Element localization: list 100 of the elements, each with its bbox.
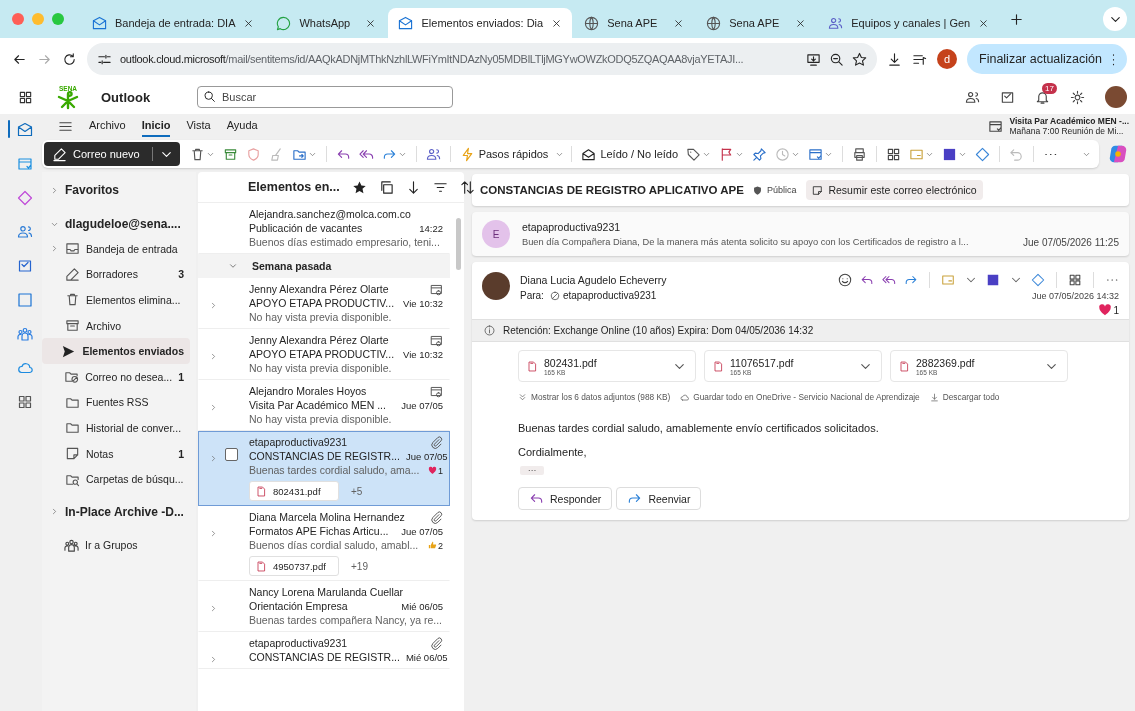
profile-avatar[interactable]: d	[937, 49, 957, 69]
star-icon[interactable]	[351, 179, 367, 195]
read-unread-button[interactable]: Leído / No leído	[579, 146, 681, 162]
minimize-window-dot[interactable]	[32, 13, 44, 25]
message-item[interactable]: Jenny Alexandra Pérez Olarte APOYO ETAPA PRODUCTIV... Vie 10:32 No hay vista previa disponible.	[198, 278, 450, 329]
copilot-icon[interactable]	[1107, 143, 1129, 165]
show-all-attachments-link[interactable]: Mostrar los 6 datos adjuntos (988 KB)	[518, 392, 671, 402]
recipient-chip[interactable]: etapaproductiva9231	[549, 290, 657, 301]
printer-icon[interactable]	[852, 146, 868, 162]
folder-item[interactable]: Fuentes RSS	[42, 389, 190, 416]
quick-steps-button[interactable]: Pasos rápidos	[457, 146, 551, 162]
grid-icon[interactable]	[886, 146, 902, 162]
chevron-right-icon[interactable]	[209, 655, 218, 664]
chevron-right-icon[interactable]	[209, 352, 218, 361]
chevron-right-icon[interactable]	[50, 507, 59, 517]
message-item[interactable]: Jenny Alexandra Pérez Olarte APOYO ETAPA PRODUCTIV... Vie 10:32 No hay vista previa disponible.	[198, 329, 450, 380]
more-attachments-count[interactable]: +19	[351, 560, 368, 572]
search-field[interactable]: Buscar	[197, 86, 453, 108]
chevron-right-icon[interactable]	[50, 185, 59, 195]
archive-section[interactable]: In-Place Archive -D...	[65, 504, 184, 519]
reply-icon[interactable]	[860, 273, 874, 287]
browser-tab[interactable]: WhatsApp	[266, 8, 387, 38]
diamond-icon[interactable]	[1031, 273, 1045, 287]
square-icon[interactable]	[986, 273, 1000, 287]
group-header[interactable]: Semana pasada	[198, 254, 450, 278]
close-icon[interactable]	[365, 17, 377, 29]
download-all-link[interactable]: Descargar todo	[929, 392, 1000, 402]
browser-tab[interactable]: Sena APE	[574, 8, 695, 38]
folder-item[interactable]: Archivo	[42, 312, 190, 339]
tab-search-button[interactable]	[1103, 7, 1127, 31]
reply-all-icon[interactable]	[882, 273, 896, 287]
close-icon[interactable]	[795, 17, 807, 29]
grid-icon[interactable]	[1068, 273, 1082, 287]
browser-tab[interactable]: Bandeja de entrada: DIA	[82, 8, 265, 38]
update-button[interactable]: Finalizar actualización	[967, 44, 1127, 74]
more-attachments-count[interactable]: +5	[351, 485, 363, 497]
zoom-icon[interactable]	[829, 51, 844, 67]
grid-icon[interactable]	[18, 89, 33, 105]
message-item[interactable]: Nancy Lorena Marulanda Cuellar Orientación Empresa Mié 06/05 Buenas tardes compañera Nancy, ya re...	[198, 581, 450, 632]
mail-envelope-icon[interactable]	[17, 122, 33, 138]
people-icon[interactable]	[965, 89, 980, 105]
folder-item[interactable]: Elementos enviados	[42, 338, 190, 364]
message-item[interactable]: etapaproductiva9231 CONSTANCIAS DE REGISTR... Jue 07/05 Buenas tardes cordial saludo, ama... 1 802431.pdf +5	[198, 431, 450, 506]
reminder-button[interactable]: Visita Par Académico MEN -... Mañana 7:00 Reunión de Mi...	[988, 115, 1135, 137]
ribbon-tab[interactable]: Ayuda	[226, 115, 258, 137]
gear-icon[interactable]	[1070, 89, 1085, 105]
board-icon[interactable]	[1000, 89, 1015, 105]
calendar-icon[interactable]	[17, 156, 33, 172]
people-icon[interactable]	[425, 146, 441, 162]
folder-item[interactable]: Notas 1	[42, 440, 190, 467]
attachment-chip[interactable]: 802431.pdf	[249, 481, 339, 501]
plus-icon[interactable]	[1009, 11, 1025, 27]
diamond-icon[interactable]	[17, 190, 33, 206]
scrollbar-thumb[interactable]	[456, 218, 461, 270]
folder-item[interactable]: Elementos elimina...	[42, 287, 190, 313]
groups-link[interactable]: Ir a Grupos	[64, 537, 196, 553]
browser-tab[interactable]: Elementos enviados: Dia	[388, 8, 573, 38]
archive-box-icon[interactable]	[222, 146, 238, 162]
user-avatar[interactable]	[1105, 86, 1127, 108]
reload-icon[interactable]	[62, 51, 77, 67]
board-icon[interactable]	[17, 258, 33, 274]
trash-icon[interactable]	[189, 146, 205, 162]
star-icon[interactable]	[852, 51, 867, 67]
groups-icon[interactable]	[17, 326, 33, 342]
summarize-button[interactable]: Resumir este correo electrónico	[806, 180, 983, 200]
grid-icon[interactable]	[17, 394, 33, 410]
message-item[interactable]: etapaproductiva9231 CONSTANCIAS DE REGISTR... Mié 06/05	[198, 632, 450, 669]
smiley-icon[interactable]	[838, 273, 852, 287]
attachment-chip[interactable]: 4950737.pdf	[249, 556, 339, 576]
close-icon[interactable]	[978, 17, 990, 29]
chevron-right-icon[interactable]	[209, 529, 218, 538]
folder-item[interactable]: Carpetas de búsqu...	[42, 466, 190, 492]
ribbon-tab[interactable]: Archivo	[89, 115, 126, 137]
sort-icon[interactable]	[459, 179, 475, 195]
close-icon[interactable]	[673, 17, 685, 29]
copy-icon[interactable]	[378, 179, 394, 195]
chevron-right-icon[interactable]	[50, 244, 59, 254]
zoom-window-dot[interactable]	[52, 13, 64, 25]
folder-item[interactable]: Correo no desea... 1	[42, 363, 190, 390]
close-icon[interactable]	[551, 17, 563, 29]
folder-item[interactable]: Historial de conver...	[42, 415, 190, 441]
account-section[interactable]: dlagudeloe@sena....	[65, 217, 181, 231]
collapsed-message[interactable]: E etapaproductiva9231 Buen día Compañera Diana, De la manera más atenta solicito su apoyo con los Certificados de registro a l... Jue 07/05/2026 11:25	[472, 212, 1129, 256]
favorites-section[interactable]: Favoritos	[65, 183, 119, 197]
browser-tab[interactable]: Sena APE	[696, 8, 817, 38]
chevron-right-icon[interactable]	[209, 454, 218, 463]
square-icon[interactable]	[942, 146, 958, 162]
save-to-onedrive-link[interactable]: Guardar todo en OneDrive - Servicio Nacional de Aprendizaje	[680, 392, 920, 402]
calendar-icon[interactable]	[808, 146, 824, 162]
address-bar[interactable]: outlook.cloud.microsoft/mail/sentitems/id/AAQkADNjMThkNzhlLWFiYmItNDAzNy05MDBlLTljMGYwOWZkODQ5ZQAQAA8vjaYETAJI...	[87, 43, 877, 75]
message-item[interactable]: Diana Marcela Molina Hernandez Formatos APE Fichas Articu... Jue 07/05 Buenos días cordial saludo, amabl... 2 4950737.pdf +19	[198, 506, 450, 581]
new-mail-button[interactable]: Correo nuevo	[44, 142, 180, 166]
reaction-count[interactable]: 1	[1098, 303, 1119, 317]
reply-button[interactable]: Responder	[518, 487, 613, 510]
folder-item[interactable]: Bandeja de entrada	[42, 236, 190, 262]
diamond-icon[interactable]	[975, 146, 991, 162]
checkbox[interactable]	[225, 448, 238, 461]
install-icon[interactable]	[806, 51, 821, 67]
browser-tab[interactable]: Equipos y canales | Gen	[818, 8, 1000, 38]
folder-item[interactable]: Borradores 3	[42, 261, 190, 288]
